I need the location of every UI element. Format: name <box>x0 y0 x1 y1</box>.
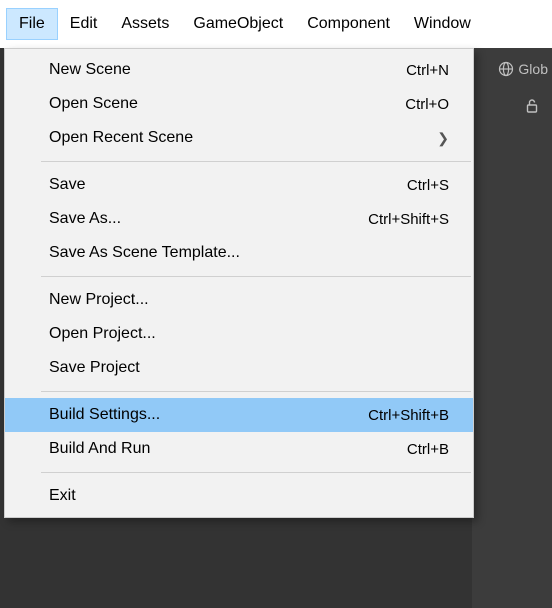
menu-open-project[interactable]: Open Project... <box>5 317 473 351</box>
menu-new-scene[interactable]: New Scene Ctrl+N <box>5 53 473 87</box>
menu-save-as[interactable]: Save As... Ctrl+Shift+S <box>5 202 473 236</box>
menu-item-label: New Project... <box>49 291 149 309</box>
menubar-window[interactable]: Window <box>402 9 483 39</box>
menu-item-shortcut: Ctrl+B <box>407 441 449 458</box>
menu-item-shortcut: Ctrl+O <box>405 96 449 113</box>
menu-item-label: Build And Run <box>49 440 150 458</box>
menu-save-project[interactable]: Save Project <box>5 351 473 385</box>
menu-item-label: Save As Scene Template... <box>49 244 240 262</box>
menubar-edit[interactable]: Edit <box>58 9 110 39</box>
menu-item-label: Open Project... <box>49 325 156 343</box>
menubar: FileEditAssetsGameObjectComponentWindow <box>0 0 552 48</box>
menu-item-label: Save Project <box>49 359 140 377</box>
menubar-gameobject[interactable]: GameObject <box>181 9 295 39</box>
menu-item-shortcut: Ctrl+Shift+B <box>368 407 449 424</box>
menu-open-scene[interactable]: Open Scene Ctrl+O <box>5 87 473 121</box>
menu-build-and-run[interactable]: Build And Run Ctrl+B <box>5 432 473 466</box>
menubar-file[interactable]: File <box>6 8 58 40</box>
menu-save[interactable]: Save Ctrl+S <box>5 168 473 202</box>
menubar-component[interactable]: Component <box>295 9 402 39</box>
global-label: Glob <box>518 61 548 77</box>
menu-item-label: Save <box>49 176 85 194</box>
menu-separator <box>41 276 471 277</box>
menu-separator <box>41 161 471 162</box>
menu-new-project[interactable]: New Project... <box>5 283 473 317</box>
global-toggle[interactable]: Glob <box>494 55 552 83</box>
menu-item-label: Save As... <box>49 210 121 228</box>
menu-exit[interactable]: Exit <box>5 479 473 513</box>
menubar-assets[interactable]: Assets <box>109 9 181 39</box>
menu-build-settings[interactable]: Build Settings... Ctrl+Shift+B <box>5 398 473 432</box>
menu-item-label: Open Recent Scene <box>49 129 193 147</box>
menu-separator <box>41 472 471 473</box>
menu-item-label: New Scene <box>49 61 131 79</box>
lock-icon[interactable] <box>524 98 540 119</box>
menu-item-label: Open Scene <box>49 95 138 113</box>
menu-item-shortcut: Ctrl+S <box>407 177 449 194</box>
menu-open-recent-scene[interactable]: Open Recent Scene ❯ <box>5 121 473 155</box>
menu-separator <box>41 391 471 392</box>
globe-icon <box>498 61 514 77</box>
menu-item-shortcut: Ctrl+Shift+S <box>368 211 449 228</box>
menu-item-shortcut: Ctrl+N <box>406 62 449 79</box>
menu-item-label: Exit <box>49 487 76 505</box>
chevron-right-icon: ❯ <box>437 130 449 147</box>
file-dropdown: New Scene Ctrl+N Open Scene Ctrl+O Open Rece… <box>4 48 474 518</box>
menu-item-label: Build Settings... <box>49 406 160 424</box>
menu-save-as-scene-template[interactable]: Save As Scene Template... <box>5 236 473 270</box>
right-toolbar-strip <box>472 48 552 608</box>
